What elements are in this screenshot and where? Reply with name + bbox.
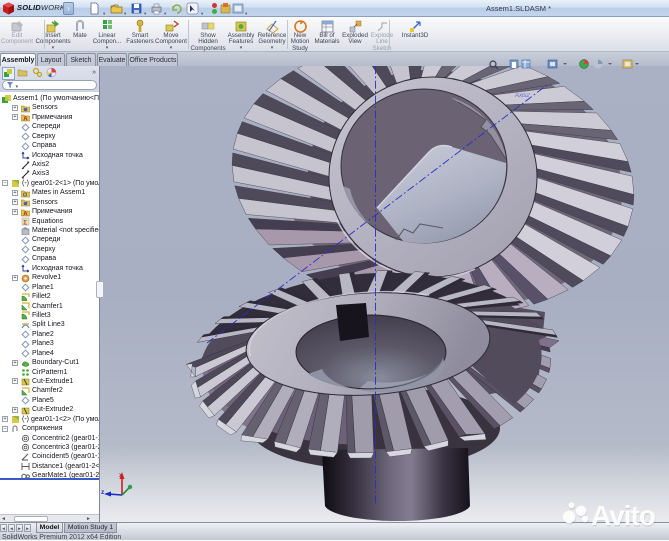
svg-text:Σ: Σ <box>23 219 27 225</box>
svg-text:Axis2: Axis2 <box>514 93 530 99</box>
svg-text:x: x <box>119 472 123 479</box>
svg-text:Avito: Avito <box>591 500 656 530</box>
